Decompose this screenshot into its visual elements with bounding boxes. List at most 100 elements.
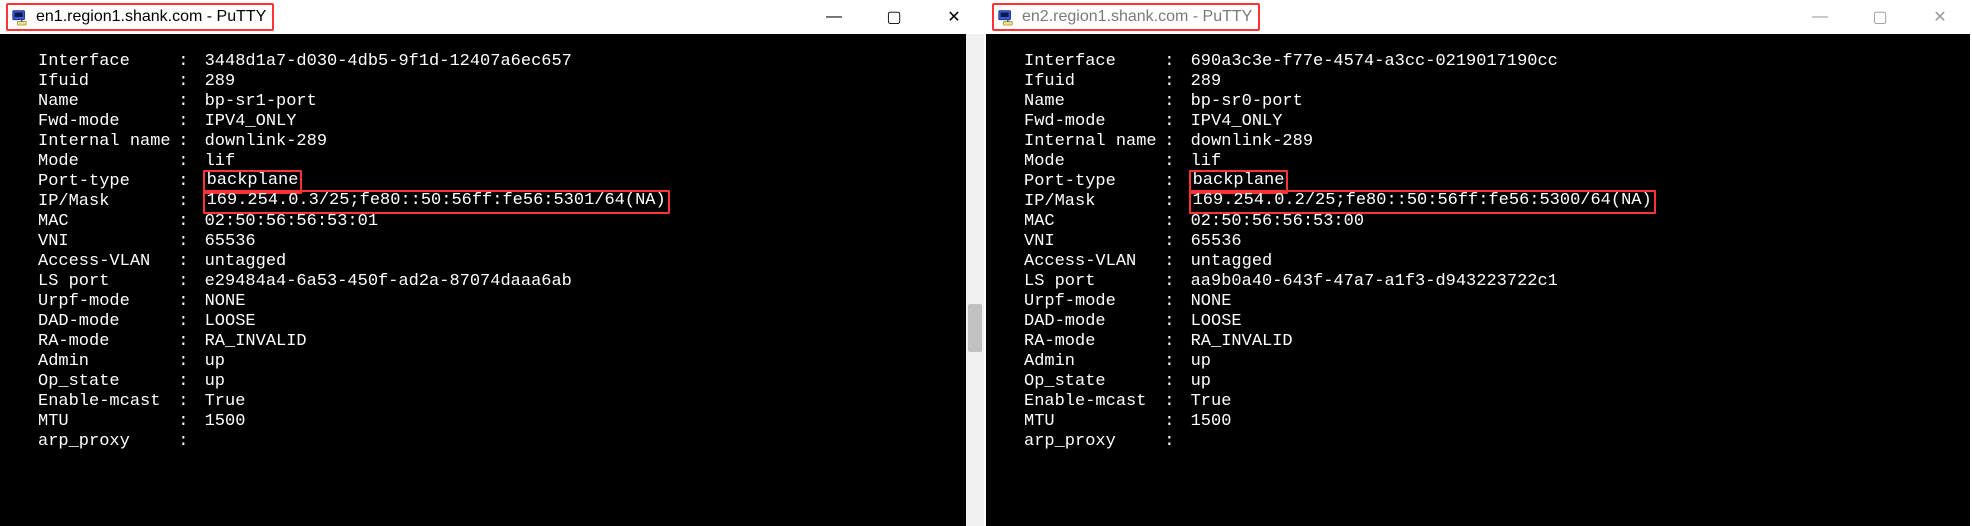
separator-colon: : bbox=[1154, 372, 1185, 392]
property-value: bp-sr0-port bbox=[1191, 92, 1303, 112]
output-row: VNI : 65536 bbox=[38, 232, 984, 252]
output-row: Ifuid : 289 bbox=[1024, 72, 1970, 92]
output-row: Op_state : up bbox=[38, 372, 984, 392]
property-label: LS port bbox=[38, 272, 168, 292]
minimize-button[interactable]: — bbox=[1790, 0, 1850, 34]
output-row: Access-VLAN : untagged bbox=[1024, 252, 1970, 272]
output-row: MAC : 02:50:56:56:53:01 bbox=[38, 212, 984, 232]
property-label: Admin bbox=[38, 352, 168, 372]
output-row: Fwd-mode : IPV4_ONLY bbox=[1024, 112, 1970, 132]
separator-colon: : bbox=[1154, 272, 1185, 292]
output-row: DAD-mode : LOOSE bbox=[38, 312, 984, 332]
property-value: NONE bbox=[205, 292, 246, 312]
property-label: LS port bbox=[1024, 272, 1154, 292]
separator-colon: : bbox=[168, 412, 199, 432]
output-row: Name : bp-sr1-port bbox=[38, 92, 984, 112]
property-label: VNI bbox=[38, 232, 168, 252]
property-value: 3448d1a7-d030-4db5-9f1d-12407a6ec657 bbox=[205, 52, 572, 72]
separator-colon: : bbox=[1154, 432, 1185, 452]
property-label: Port-type bbox=[38, 172, 168, 192]
scrollbar[interactable] bbox=[966, 34, 984, 526]
property-label: MAC bbox=[1024, 212, 1154, 232]
separator-colon: : bbox=[1154, 192, 1185, 212]
output-row: Fwd-mode : IPV4_ONLY bbox=[38, 112, 984, 132]
property-value: untagged bbox=[205, 252, 287, 272]
separator-colon: : bbox=[168, 212, 199, 232]
separator-colon: : bbox=[168, 52, 199, 72]
title-left: en2.region1.shank.com - PuTTY bbox=[992, 3, 1260, 31]
property-label: Enable-mcast bbox=[38, 392, 168, 412]
property-label: VNI bbox=[1024, 232, 1154, 252]
titlebar[interactable]: en2.region1.shank.com - PuTTY —▢✕ bbox=[986, 0, 1970, 34]
output-row: Interface : 690a3c3e-f77e-4574-a3cc-0219… bbox=[1024, 52, 1970, 72]
separator-colon: : bbox=[168, 232, 199, 252]
property-label: MTU bbox=[1024, 412, 1154, 432]
putty-window-0: en1.region1.shank.com - PuTTY—▢✕ Interfac… bbox=[0, 0, 986, 526]
property-value: 690a3c3e-f77e-4574-a3cc-0219017190cc bbox=[1191, 52, 1558, 72]
separator-colon: : bbox=[168, 432, 199, 452]
property-value: True bbox=[1191, 392, 1232, 412]
separator-colon: : bbox=[168, 272, 199, 292]
property-label: arp_proxy bbox=[38, 432, 168, 452]
output-row: Port-type : backplane bbox=[38, 172, 984, 192]
property-label: RA-mode bbox=[38, 332, 168, 352]
property-value: lif bbox=[205, 152, 236, 172]
output-row: arp_proxy : bbox=[38, 432, 984, 452]
property-label: DAD-mode bbox=[1024, 312, 1154, 332]
ip-mask-highlight: 169.254.0.3/25;fe80::50:56ff:fe56:5301/6… bbox=[203, 190, 670, 214]
property-value: 65536 bbox=[205, 232, 256, 252]
separator-colon: : bbox=[1154, 72, 1185, 92]
property-label: IP/Mask bbox=[38, 192, 168, 212]
putty-icon bbox=[10, 7, 30, 27]
output-row: Internal name : downlink-289 bbox=[1024, 132, 1970, 152]
separator-colon: : bbox=[168, 372, 199, 392]
property-value: untagged bbox=[1191, 252, 1273, 272]
output-row: Urpf-mode : NONE bbox=[1024, 292, 1970, 312]
property-value: downlink-289 bbox=[1191, 132, 1313, 152]
property-label: arp_proxy bbox=[1024, 432, 1154, 452]
property-value: RA_INVALID bbox=[1191, 332, 1293, 352]
property-value: RA_INVALID bbox=[205, 332, 307, 352]
property-label: DAD-mode bbox=[38, 312, 168, 332]
scrollbar-thumb[interactable] bbox=[968, 304, 982, 352]
output-row: Interface : 3448d1a7-d030-4db5-9f1d-1240… bbox=[38, 52, 984, 72]
separator-colon: : bbox=[168, 312, 199, 332]
output-row: Internal name : downlink-289 bbox=[38, 132, 984, 152]
property-label: Urpf-mode bbox=[38, 292, 168, 312]
property-value: 289 bbox=[1191, 72, 1222, 92]
output-row: MTU : 1500 bbox=[1024, 412, 1970, 432]
property-label: Access-VLAN bbox=[38, 252, 168, 272]
maximize-button[interactable]: ▢ bbox=[1850, 0, 1910, 34]
separator-colon: : bbox=[168, 172, 199, 192]
terminal[interactable]: Interface : 3448d1a7-d030-4db5-9f1d-1240… bbox=[0, 34, 984, 526]
property-label: Urpf-mode bbox=[1024, 292, 1154, 312]
separator-colon: : bbox=[1154, 232, 1185, 252]
separator-colon: : bbox=[168, 332, 199, 352]
property-label: IP/Mask bbox=[1024, 192, 1154, 212]
close-button[interactable]: ✕ bbox=[1910, 0, 1970, 34]
separator-colon: : bbox=[168, 132, 199, 152]
separator-colon: : bbox=[168, 292, 199, 312]
separator-colon: : bbox=[168, 392, 199, 412]
property-label: Access-VLAN bbox=[1024, 252, 1154, 272]
output-row: Access-VLAN : untagged bbox=[38, 252, 984, 272]
putty-window-1: en2.region1.shank.com - PuTTY —▢✕ Interfac… bbox=[986, 0, 1972, 526]
output-row: Admin : up bbox=[1024, 352, 1970, 372]
separator-colon: : bbox=[1154, 352, 1185, 372]
separator-colon: : bbox=[1154, 332, 1185, 352]
titlebar[interactable]: en1.region1.shank.com - PuTTY—▢✕ bbox=[0, 0, 984, 34]
terminal[interactable]: Interface : 690a3c3e-f77e-4574-a3cc-0219… bbox=[986, 34, 1970, 526]
maximize-button[interactable]: ▢ bbox=[864, 0, 924, 34]
putty-icon bbox=[996, 7, 1016, 27]
property-value: e29484a4-6a53-450f-ad2a-87074daaa6ab bbox=[205, 272, 572, 292]
property-label: Op_state bbox=[38, 372, 168, 392]
minimize-button[interactable]: — bbox=[804, 0, 864, 34]
separator-colon: : bbox=[168, 92, 199, 112]
close-button[interactable]: ✕ bbox=[924, 0, 984, 34]
separator-colon: : bbox=[168, 152, 199, 172]
output-row: Admin : up bbox=[38, 352, 984, 372]
property-label: Ifuid bbox=[1024, 72, 1154, 92]
separator-colon: : bbox=[1154, 52, 1185, 72]
property-label: Admin bbox=[1024, 352, 1154, 372]
output-row: IP/Mask : 169.254.0.3/25;fe80::50:56ff:f… bbox=[38, 192, 984, 212]
